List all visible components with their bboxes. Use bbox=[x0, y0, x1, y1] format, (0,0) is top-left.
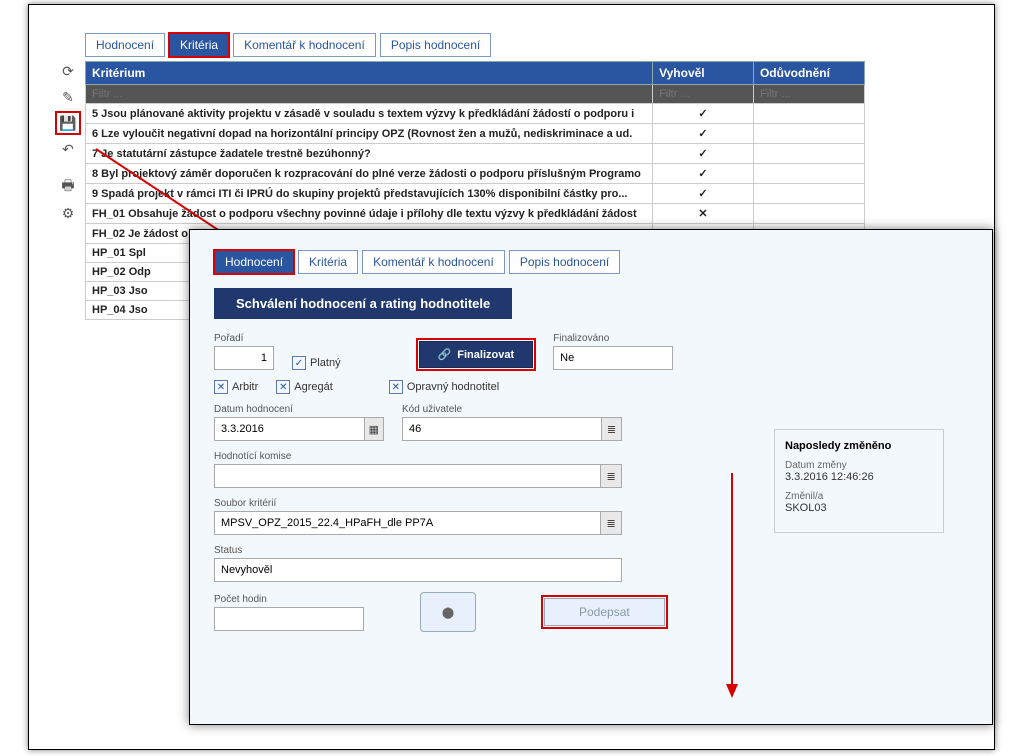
value-datum-zmeny: 3.3.2016 12:46:26 bbox=[785, 471, 874, 483]
checkbox-platny[interactable]: ✓Platný bbox=[292, 356, 341, 370]
label-soubor-kriterii: Soubor kritérií bbox=[214, 498, 622, 509]
filter-kriterium[interactable] bbox=[92, 88, 646, 100]
back-tabs: Hodnocení Kritéria Komentář k hodnocení … bbox=[85, 33, 865, 57]
approval-rating-button[interactable]: Schválení hodnocení a rating hodnotitele bbox=[214, 288, 512, 319]
tab-hodnoceni-front[interactable]: Hodnocení bbox=[214, 250, 294, 274]
last-changed-title: Naposledy změněno bbox=[785, 440, 933, 452]
list-icon[interactable]: ≣ bbox=[600, 465, 621, 487]
filter-oduvodneni[interactable] bbox=[760, 88, 858, 100]
input-soubor-kriterii[interactable] bbox=[215, 512, 600, 534]
podepsat-button[interactable]: Podepsat bbox=[544, 598, 665, 626]
table-row: 5 Jsou plánované aktivity projektu v zás… bbox=[86, 104, 865, 124]
table-row: 9 Spadá projekt v rámci ITI či IPRÚ do s… bbox=[86, 184, 865, 204]
input-hodnotici-komise[interactable] bbox=[215, 465, 600, 487]
sidebar-toolbar: ⟳ ✎ 💾 ↶ 🖶 ⚙ bbox=[57, 61, 79, 223]
col-vyhovel[interactable]: Vyhověl bbox=[653, 62, 754, 85]
print-icon[interactable]: 🖶 bbox=[57, 177, 79, 197]
checkbox-opravny[interactable]: ✕Opravný hodnotitel bbox=[389, 380, 499, 394]
front-tabs: Hodnocení Kritéria Komentář k hodnocení … bbox=[214, 250, 968, 274]
table-row: 6 Lze vyloučit negativní dopad na horizo… bbox=[86, 124, 865, 144]
label-finalizovano: Finalizováno bbox=[553, 333, 673, 344]
label-datum-zmeny: Datum změny bbox=[785, 460, 933, 471]
input-poradi[interactable] bbox=[215, 347, 273, 369]
seal-icon[interactable]: ⬤ bbox=[420, 592, 476, 632]
input-pocet-hodin[interactable] bbox=[215, 608, 363, 630]
input-finalizovano bbox=[554, 347, 672, 369]
filter-row bbox=[86, 85, 865, 104]
table-row: FH_01 Obsahuje žádost o podporu všechny … bbox=[86, 204, 865, 224]
tab-komentar-front[interactable]: Komentář k hodnocení bbox=[362, 250, 505, 274]
lock-icon: 🔗 bbox=[438, 348, 452, 361]
finalizovat-button[interactable]: 🔗 Finalizovat bbox=[419, 341, 534, 368]
tab-komentar-back[interactable]: Komentář k hodnocení bbox=[233, 33, 376, 57]
edit-icon[interactable]: ✎ bbox=[57, 87, 79, 107]
gear-icon[interactable]: ⚙ bbox=[57, 203, 79, 223]
front-panel: Hodnocení Kritéria Komentář k hodnocení … bbox=[189, 229, 993, 725]
table-row: 8 Byl projektový záměr doporučen k rozpr… bbox=[86, 164, 865, 184]
input-kod-uzivatele[interactable] bbox=[403, 418, 601, 440]
checkbox-arbitr[interactable]: ✕Arbitr bbox=[214, 380, 258, 394]
label-poradi: Pořadí bbox=[214, 333, 274, 344]
save-icon[interactable]: 💾 bbox=[57, 113, 79, 133]
tab-popis-front[interactable]: Popis hodnocení bbox=[509, 250, 620, 274]
label-pocet-hodin: Počet hodin bbox=[214, 594, 364, 605]
tab-hodnoceni-back[interactable]: Hodnocení bbox=[85, 33, 165, 57]
value-zmenil: SKOL03 bbox=[785, 502, 827, 514]
calendar-icon[interactable]: ▦ bbox=[364, 418, 383, 440]
refresh-icon[interactable]: ⟳ bbox=[57, 61, 79, 81]
tab-kriteria-front[interactable]: Kritéria bbox=[298, 250, 358, 274]
label-hodnotici-komise: Hodnotící komise bbox=[214, 451, 622, 462]
label-kod-uzivatele: Kód uživatele bbox=[402, 404, 622, 415]
col-kriterium[interactable]: Kritérium bbox=[86, 62, 653, 85]
outer-frame: ⟳ ✎ 💾 ↶ 🖶 ⚙ Hodnocení Kritéria Komentář … bbox=[28, 4, 995, 750]
input-status bbox=[215, 559, 621, 581]
tab-kriteria-back[interactable]: Kritéria bbox=[169, 33, 229, 57]
list-icon[interactable]: ≣ bbox=[600, 512, 621, 534]
tab-popis-back[interactable]: Popis hodnocení bbox=[380, 33, 491, 57]
undo-icon[interactable]: ↶ bbox=[57, 139, 79, 159]
last-changed-box: Naposledy změněno Datum změny 3.3.2016 1… bbox=[774, 429, 944, 533]
label-datum-hodnoceni: Datum hodnocení bbox=[214, 404, 384, 415]
label-zmenil: Změnil/a bbox=[785, 491, 933, 502]
checkbox-agregat[interactable]: ✕Agregát bbox=[276, 380, 333, 394]
filter-vyhovel[interactable] bbox=[659, 88, 747, 100]
input-datum-hodnoceni[interactable] bbox=[215, 418, 364, 440]
col-oduvodneni[interactable]: Odůvodnění bbox=[753, 62, 864, 85]
list-icon[interactable]: ≣ bbox=[601, 418, 621, 440]
table-row: 7 Je statutární zástupce žadatele trestn… bbox=[86, 144, 865, 164]
label-status: Status bbox=[214, 545, 622, 556]
